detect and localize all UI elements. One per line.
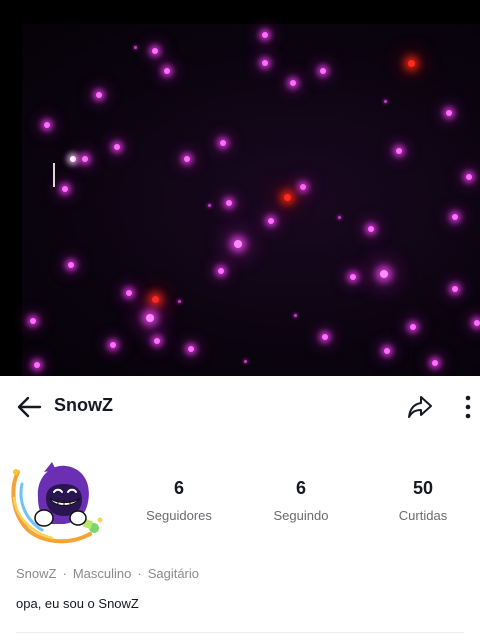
star xyxy=(154,338,160,344)
profile-bio: opa, eu sou o SnowZ xyxy=(16,596,139,611)
star xyxy=(284,194,291,201)
back-button[interactable] xyxy=(14,392,44,422)
star xyxy=(34,362,40,368)
star xyxy=(432,360,438,366)
star xyxy=(188,346,194,352)
meta-separator: · xyxy=(137,566,142,581)
star xyxy=(466,174,472,180)
more-vertical-icon xyxy=(465,395,471,419)
more-options-button[interactable] xyxy=(458,391,478,423)
starfield xyxy=(22,24,480,376)
following-label: Seguindo xyxy=(273,508,329,523)
meta-zodiac: Sagitário xyxy=(147,566,199,581)
followers-stat[interactable]: 6 Seguidores xyxy=(124,478,234,523)
star xyxy=(338,216,341,219)
meta-separator: · xyxy=(62,566,67,581)
star xyxy=(152,296,159,303)
star xyxy=(82,156,88,162)
meta-name: SnowZ xyxy=(16,566,57,581)
star xyxy=(44,122,50,128)
cover-left-edge xyxy=(0,24,22,376)
star xyxy=(410,324,416,330)
meta-gender: Masculino xyxy=(72,566,132,581)
profile-cover-image xyxy=(0,0,480,376)
star xyxy=(234,240,242,248)
star xyxy=(452,286,458,292)
content-divider xyxy=(16,632,464,640)
star xyxy=(384,348,390,354)
profile-header: SnowZ xyxy=(0,376,480,438)
profile-avatar[interactable] xyxy=(8,458,108,548)
followers-label: Seguidores xyxy=(146,508,212,523)
star xyxy=(452,214,458,220)
star xyxy=(244,360,247,363)
share-icon xyxy=(408,396,432,418)
star xyxy=(96,92,102,98)
profile-username: SnowZ xyxy=(54,395,113,415)
star xyxy=(178,300,181,303)
star xyxy=(110,342,116,348)
star xyxy=(126,290,132,296)
star xyxy=(384,100,387,103)
star xyxy=(294,314,297,317)
likes-label: Curtidas xyxy=(398,508,448,523)
following-stat[interactable]: 6 Seguindo xyxy=(246,478,356,523)
star xyxy=(220,140,226,146)
likes-stat[interactable]: 50 Curtidas xyxy=(368,478,478,523)
star xyxy=(226,200,232,206)
star xyxy=(290,80,296,86)
star xyxy=(62,186,68,192)
star xyxy=(268,218,274,224)
star xyxy=(300,184,306,190)
star xyxy=(322,334,328,340)
star xyxy=(408,60,415,67)
star xyxy=(474,320,480,326)
arrow-left-icon xyxy=(17,396,42,418)
star xyxy=(114,144,120,150)
star xyxy=(68,262,74,268)
star xyxy=(262,60,268,66)
text-cursor xyxy=(53,163,55,187)
star xyxy=(262,32,268,38)
star xyxy=(164,68,170,74)
star xyxy=(446,110,452,116)
cartoon-avatar-icon xyxy=(11,462,103,544)
star xyxy=(218,268,224,274)
star xyxy=(184,156,190,162)
star xyxy=(70,156,76,162)
star xyxy=(350,274,356,280)
star xyxy=(30,318,36,324)
star xyxy=(134,46,137,49)
star xyxy=(368,226,374,232)
cover-top-strip xyxy=(0,0,480,24)
star xyxy=(396,148,402,154)
star xyxy=(320,68,326,74)
star xyxy=(146,314,154,322)
star xyxy=(152,48,158,54)
following-count: 6 xyxy=(295,478,306,498)
share-button[interactable] xyxy=(404,391,436,423)
star xyxy=(208,204,211,207)
star xyxy=(380,270,388,278)
profile-meta: SnowZ · Masculino · Sagitário xyxy=(16,566,199,581)
followers-count: 6 xyxy=(173,478,184,498)
likes-count: 50 xyxy=(412,478,434,498)
